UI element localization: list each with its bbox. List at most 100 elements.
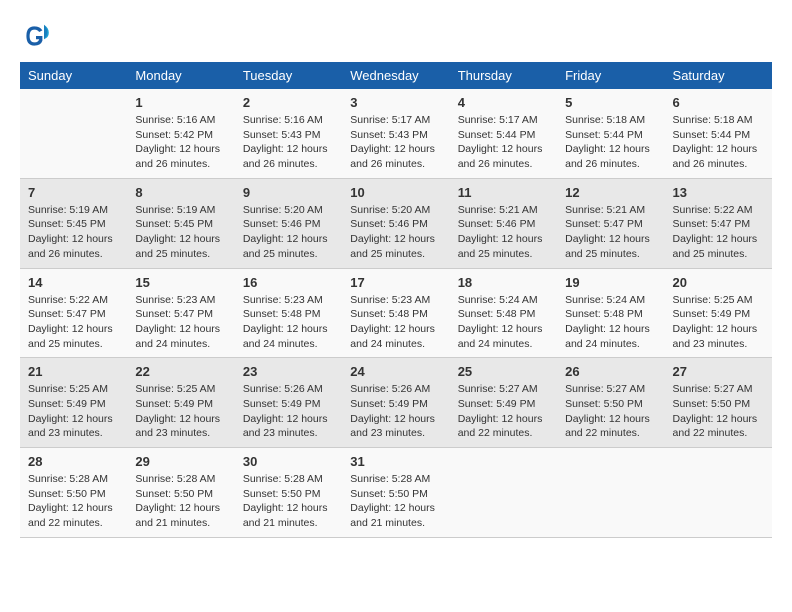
day-info: Sunrise: 5:19 AM Sunset: 5:45 PM Dayligh… (28, 203, 119, 262)
day-number: 6 (673, 95, 764, 110)
day-number: 22 (135, 364, 226, 379)
day-number: 2 (243, 95, 334, 110)
day-info: Sunrise: 5:23 AM Sunset: 5:48 PM Dayligh… (350, 293, 441, 352)
day-number: 24 (350, 364, 441, 379)
day-info: Sunrise: 5:16 AM Sunset: 5:43 PM Dayligh… (243, 113, 334, 172)
day-number: 11 (458, 185, 549, 200)
day-info: Sunrise: 5:24 AM Sunset: 5:48 PM Dayligh… (565, 293, 656, 352)
day-info: Sunrise: 5:20 AM Sunset: 5:46 PM Dayligh… (350, 203, 441, 262)
page-header (20, 20, 772, 52)
weekday-header: Friday (557, 62, 664, 89)
logo (20, 20, 56, 52)
weekday-header: Monday (127, 62, 234, 89)
day-info: Sunrise: 5:27 AM Sunset: 5:50 PM Dayligh… (673, 382, 764, 441)
calendar-day-cell (450, 448, 557, 538)
calendar-day-cell: 22 Sunrise: 5:25 AM Sunset: 5:49 PM Dayli… (127, 358, 234, 448)
weekday-header: Tuesday (235, 62, 342, 89)
day-info: Sunrise: 5:17 AM Sunset: 5:44 PM Dayligh… (458, 113, 549, 172)
calendar-day-cell: 6Sunrise: 5:18 AM Sunset: 5:44 PM Daylig… (665, 89, 772, 178)
calendar-week-row: 28 Sunrise: 5:28 AM Sunset: 5:50 PM Dayli… (20, 448, 772, 538)
calendar-day-cell (557, 448, 664, 538)
day-info: Sunrise: 5:27 AM Sunset: 5:50 PM Dayligh… (565, 382, 656, 441)
day-info: Sunrise: 5:22 AM Sunset: 5:47 PM Dayligh… (28, 293, 119, 352)
calendar-week-row: 21 Sunrise: 5:25 AM Sunset: 5:49 PM Dayli… (20, 358, 772, 448)
day-number: 19 (565, 275, 656, 290)
day-info: Sunrise: 5:18 AM Sunset: 5:44 PM Dayligh… (565, 113, 656, 172)
calendar-day-cell: 29 Sunrise: 5:28 AM Sunset: 5:50 PM Dayli… (127, 448, 234, 538)
day-info: Sunrise: 5:28 AM Sunset: 5:50 PM Dayligh… (28, 472, 119, 531)
day-number: 15 (135, 275, 226, 290)
day-number: 23 (243, 364, 334, 379)
weekday-header: Wednesday (342, 62, 449, 89)
day-info: Sunrise: 5:24 AM Sunset: 5:48 PM Dayligh… (458, 293, 549, 352)
day-info: Sunrise: 5:23 AM Sunset: 5:47 PM Dayligh… (135, 293, 226, 352)
day-number: 26 (565, 364, 656, 379)
day-number: 30 (243, 454, 334, 469)
calendar-day-cell: 27 Sunrise: 5:27 AM Sunset: 5:50 PM Dayli… (665, 358, 772, 448)
day-info: Sunrise: 5:25 AM Sunset: 5:49 PM Dayligh… (28, 382, 119, 441)
calendar-week-row: 14 Sunrise: 5:22 AM Sunset: 5:47 PM Dayli… (20, 268, 772, 358)
day-info: Sunrise: 5:19 AM Sunset: 5:45 PM Dayligh… (135, 203, 226, 262)
day-number: 13 (673, 185, 764, 200)
calendar-day-cell: 25 Sunrise: 5:27 AM Sunset: 5:49 PM Dayli… (450, 358, 557, 448)
day-number: 27 (673, 364, 764, 379)
day-info: Sunrise: 5:28 AM Sunset: 5:50 PM Dayligh… (135, 472, 226, 531)
day-number: 8 (135, 185, 226, 200)
day-info: Sunrise: 5:28 AM Sunset: 5:50 PM Dayligh… (243, 472, 334, 531)
day-number: 4 (458, 95, 549, 110)
calendar-day-cell: 4 Sunrise: 5:17 AM Sunset: 5:44 PM Daylig… (450, 89, 557, 178)
day-number: 20 (673, 275, 764, 290)
calendar-day-cell: 9Sunrise: 5:20 AM Sunset: 5:46 PM Daylig… (235, 178, 342, 268)
day-number: 14 (28, 275, 119, 290)
calendar-day-cell: 20 Sunrise: 5:25 AM Sunset: 5:49 PM Dayli… (665, 268, 772, 358)
day-info: Sunrise: 5:25 AM Sunset: 5:49 PM Dayligh… (673, 293, 764, 352)
calendar-day-cell: 8 Sunrise: 5:19 AM Sunset: 5:45 PM Daylig… (127, 178, 234, 268)
day-number: 21 (28, 364, 119, 379)
calendar-day-cell: 18 Sunrise: 5:24 AM Sunset: 5:48 PM Dayli… (450, 268, 557, 358)
calendar-day-cell: 21 Sunrise: 5:25 AM Sunset: 5:49 PM Dayli… (20, 358, 127, 448)
day-number: 28 (28, 454, 119, 469)
day-info: Sunrise: 5:17 AM Sunset: 5:43 PM Dayligh… (350, 113, 441, 172)
calendar-day-cell: 31 Sunrise: 5:28 AM Sunset: 5:50 PM Dayli… (342, 448, 449, 538)
calendar-day-cell: 5 Sunrise: 5:18 AM Sunset: 5:44 PM Daylig… (557, 89, 664, 178)
calendar-day-cell: 17 Sunrise: 5:23 AM Sunset: 5:48 PM Dayli… (342, 268, 449, 358)
day-info: Sunrise: 5:25 AM Sunset: 5:49 PM Dayligh… (135, 382, 226, 441)
day-info: Sunrise: 5:28 AM Sunset: 5:50 PM Dayligh… (350, 472, 441, 531)
weekday-header: Thursday (450, 62, 557, 89)
day-info: Sunrise: 5:21 AM Sunset: 5:46 PM Dayligh… (458, 203, 549, 262)
logo-icon (20, 20, 52, 52)
day-number: 18 (458, 275, 549, 290)
calendar-day-cell: 16Sunrise: 5:23 AM Sunset: 5:48 PM Dayli… (235, 268, 342, 358)
day-number: 17 (350, 275, 441, 290)
day-number: 29 (135, 454, 226, 469)
calendar-day-cell: 24 Sunrise: 5:26 AM Sunset: 5:49 PM Dayli… (342, 358, 449, 448)
calendar-day-cell (20, 89, 127, 178)
calendar-day-cell: 15 Sunrise: 5:23 AM Sunset: 5:47 PM Dayli… (127, 268, 234, 358)
day-number: 25 (458, 364, 549, 379)
day-info: Sunrise: 5:16 AM Sunset: 5:42 PM Dayligh… (135, 113, 226, 172)
calendar-day-cell: 11 Sunrise: 5:21 AM Sunset: 5:46 PM Dayli… (450, 178, 557, 268)
day-number: 10 (350, 185, 441, 200)
day-number: 31 (350, 454, 441, 469)
day-info: Sunrise: 5:22 AM Sunset: 5:47 PM Dayligh… (673, 203, 764, 262)
calendar-table: SundayMondayTuesdayWednesdayThursdayFrid… (20, 62, 772, 538)
calendar-day-cell: 3 Sunrise: 5:17 AM Sunset: 5:43 PM Daylig… (342, 89, 449, 178)
day-info: Sunrise: 5:20 AM Sunset: 5:46 PM Dayligh… (243, 203, 334, 262)
calendar-day-cell: 2 Sunrise: 5:16 AM Sunset: 5:43 PM Daylig… (235, 89, 342, 178)
calendar-week-row: 7 Sunrise: 5:19 AM Sunset: 5:45 PM Daylig… (20, 178, 772, 268)
day-info: Sunrise: 5:26 AM Sunset: 5:49 PM Dayligh… (350, 382, 441, 441)
day-number: 7 (28, 185, 119, 200)
calendar-day-cell: 1 Sunrise: 5:16 AM Sunset: 5:42 PM Daylig… (127, 89, 234, 178)
weekday-header: Saturday (665, 62, 772, 89)
calendar-day-cell: 26 Sunrise: 5:27 AM Sunset: 5:50 PM Dayli… (557, 358, 664, 448)
calendar-day-cell: 7 Sunrise: 5:19 AM Sunset: 5:45 PM Daylig… (20, 178, 127, 268)
calendar-day-cell: 10 Sunrise: 5:20 AM Sunset: 5:46 PM Dayli… (342, 178, 449, 268)
day-info: Sunrise: 5:23 AM Sunset: 5:48 PM Dayligh… (243, 293, 334, 352)
day-number: 5 (565, 95, 656, 110)
calendar-day-cell (665, 448, 772, 538)
day-info: Sunrise: 5:27 AM Sunset: 5:49 PM Dayligh… (458, 382, 549, 441)
day-number: 3 (350, 95, 441, 110)
day-number: 1 (135, 95, 226, 110)
calendar-header-row: SundayMondayTuesdayWednesdayThursdayFrid… (20, 62, 772, 89)
calendar-day-cell: 23Sunrise: 5:26 AM Sunset: 5:49 PM Dayli… (235, 358, 342, 448)
